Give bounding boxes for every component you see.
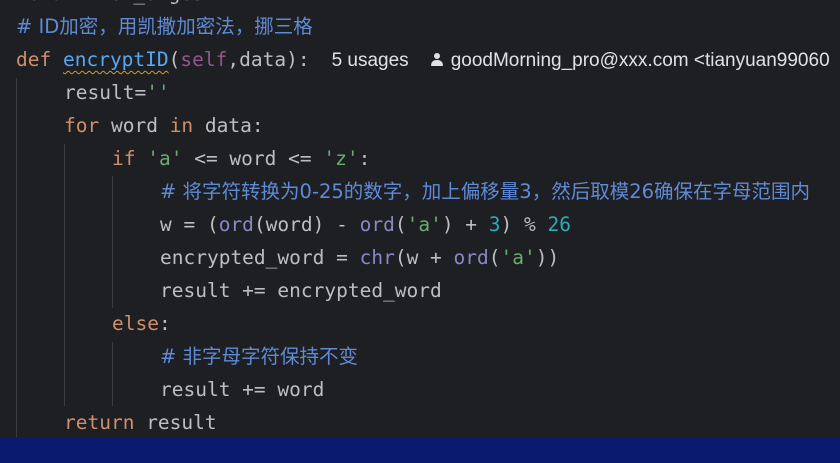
code-text: w = ( xyxy=(160,213,219,236)
else-keyword: else xyxy=(112,312,159,335)
code-line-else: else: xyxy=(112,307,171,340)
code-text: ( xyxy=(394,213,407,236)
indent-guide xyxy=(112,176,113,308)
function-name[interactable]: encryptID xyxy=(63,48,169,71)
comment-text: # 非字母字符保持不变 xyxy=(160,345,359,368)
code-line-return-hex: return hex_digest xyxy=(16,0,216,10)
code-text: ) % xyxy=(500,213,548,236)
string-literal: '' xyxy=(146,81,170,104)
code-text: result += encrypted_word xyxy=(160,279,442,302)
code-line-encrypted-word: encrypted_word = chr(w + ord('a')) xyxy=(160,241,559,274)
code-line-result-init: result='' xyxy=(64,76,170,109)
code-text: ( xyxy=(488,246,501,269)
code-text: result= xyxy=(64,81,147,104)
status-bar xyxy=(0,437,840,463)
code-line-if: if 'a' <= word <= 'z': xyxy=(112,142,370,175)
code-line-comment-shift: # 将字符转换为0-25的数字，加上偏移量3，然后取模26确保在字母范围内 xyxy=(160,175,810,208)
code-text: )) xyxy=(535,246,560,269)
code-line-return: return result xyxy=(64,406,217,437)
builtin-ord: ord xyxy=(218,213,254,236)
self-param: self xyxy=(180,48,228,71)
code-text: : xyxy=(358,147,371,170)
code-line-w-assign: w = (ord(word) - ord('a') + 3) % 26 xyxy=(160,208,571,241)
string-literal: 'a' xyxy=(147,147,183,170)
comment-text: # 将字符转换为0-25的数字，加上偏移量3，然后取模26确保在字母范围内 xyxy=(160,180,811,203)
code-text: (w + xyxy=(394,246,454,269)
string-literal: 'a' xyxy=(500,246,536,269)
code-text: : xyxy=(158,312,171,335)
code-text: return xyxy=(16,0,86,5)
string-literal: 'z' xyxy=(323,147,359,170)
builtin-ord: ord xyxy=(453,246,489,269)
code-text: hex_digest xyxy=(86,0,215,5)
def-keyword: def xyxy=(16,48,52,71)
in-keyword: in xyxy=(169,114,194,137)
code-text: result += word xyxy=(160,378,325,401)
code-line-result-add-enc: result += encrypted_word xyxy=(160,274,442,307)
code-text: <= word <= xyxy=(182,147,324,170)
indent-guide xyxy=(16,78,17,437)
indent-guide xyxy=(64,144,65,406)
number-literal: 26 xyxy=(547,213,571,236)
usages-inlay-hint[interactable]: 5 usages xyxy=(332,50,409,71)
code-line-result-add-word: result += word xyxy=(160,373,324,406)
return-keyword: return xyxy=(64,411,135,434)
params-rest: ,data): xyxy=(227,48,310,71)
string-literal: 'a' xyxy=(406,213,442,236)
params-open: ( xyxy=(168,48,181,71)
number-literal: 3 xyxy=(488,213,501,236)
person-icon xyxy=(430,53,443,67)
code-text: ) + xyxy=(441,213,489,236)
builtin-chr: chr xyxy=(359,246,395,269)
comment-text: # ID加密，用凯撒加密法，挪三格 xyxy=(16,15,313,38)
author-text: goodMorning_pro@xxx.com <tianyuan99060 xyxy=(450,50,830,71)
author-inlay-hint[interactable]: goodMorning_pro@xxx.com <tianyuan99060 xyxy=(430,50,830,71)
for-keyword: for xyxy=(64,114,100,137)
indent-guide xyxy=(112,342,113,406)
code-text: result xyxy=(134,411,217,434)
code-text: data: xyxy=(193,114,264,137)
code-text: encrypted_word = xyxy=(160,246,360,269)
builtin-ord: ord xyxy=(359,213,395,236)
code-text: word xyxy=(99,114,170,137)
code-line-comment-header: # ID加密，用凯撒加密法，挪三格 xyxy=(16,10,313,43)
if-keyword: if xyxy=(112,147,136,170)
code-line-comment-nonalpha: # 非字母字符保持不变 xyxy=(160,340,358,373)
code-text: (word) - xyxy=(253,213,360,236)
code-line-def: def encryptID(self,data): 5 usages goodMor… xyxy=(16,43,830,76)
code-line-for: for word in data: xyxy=(64,109,264,142)
code-editor[interactable]: return hex_digest # ID加密，用凯撒加密法，挪三格 def … xyxy=(0,0,840,437)
